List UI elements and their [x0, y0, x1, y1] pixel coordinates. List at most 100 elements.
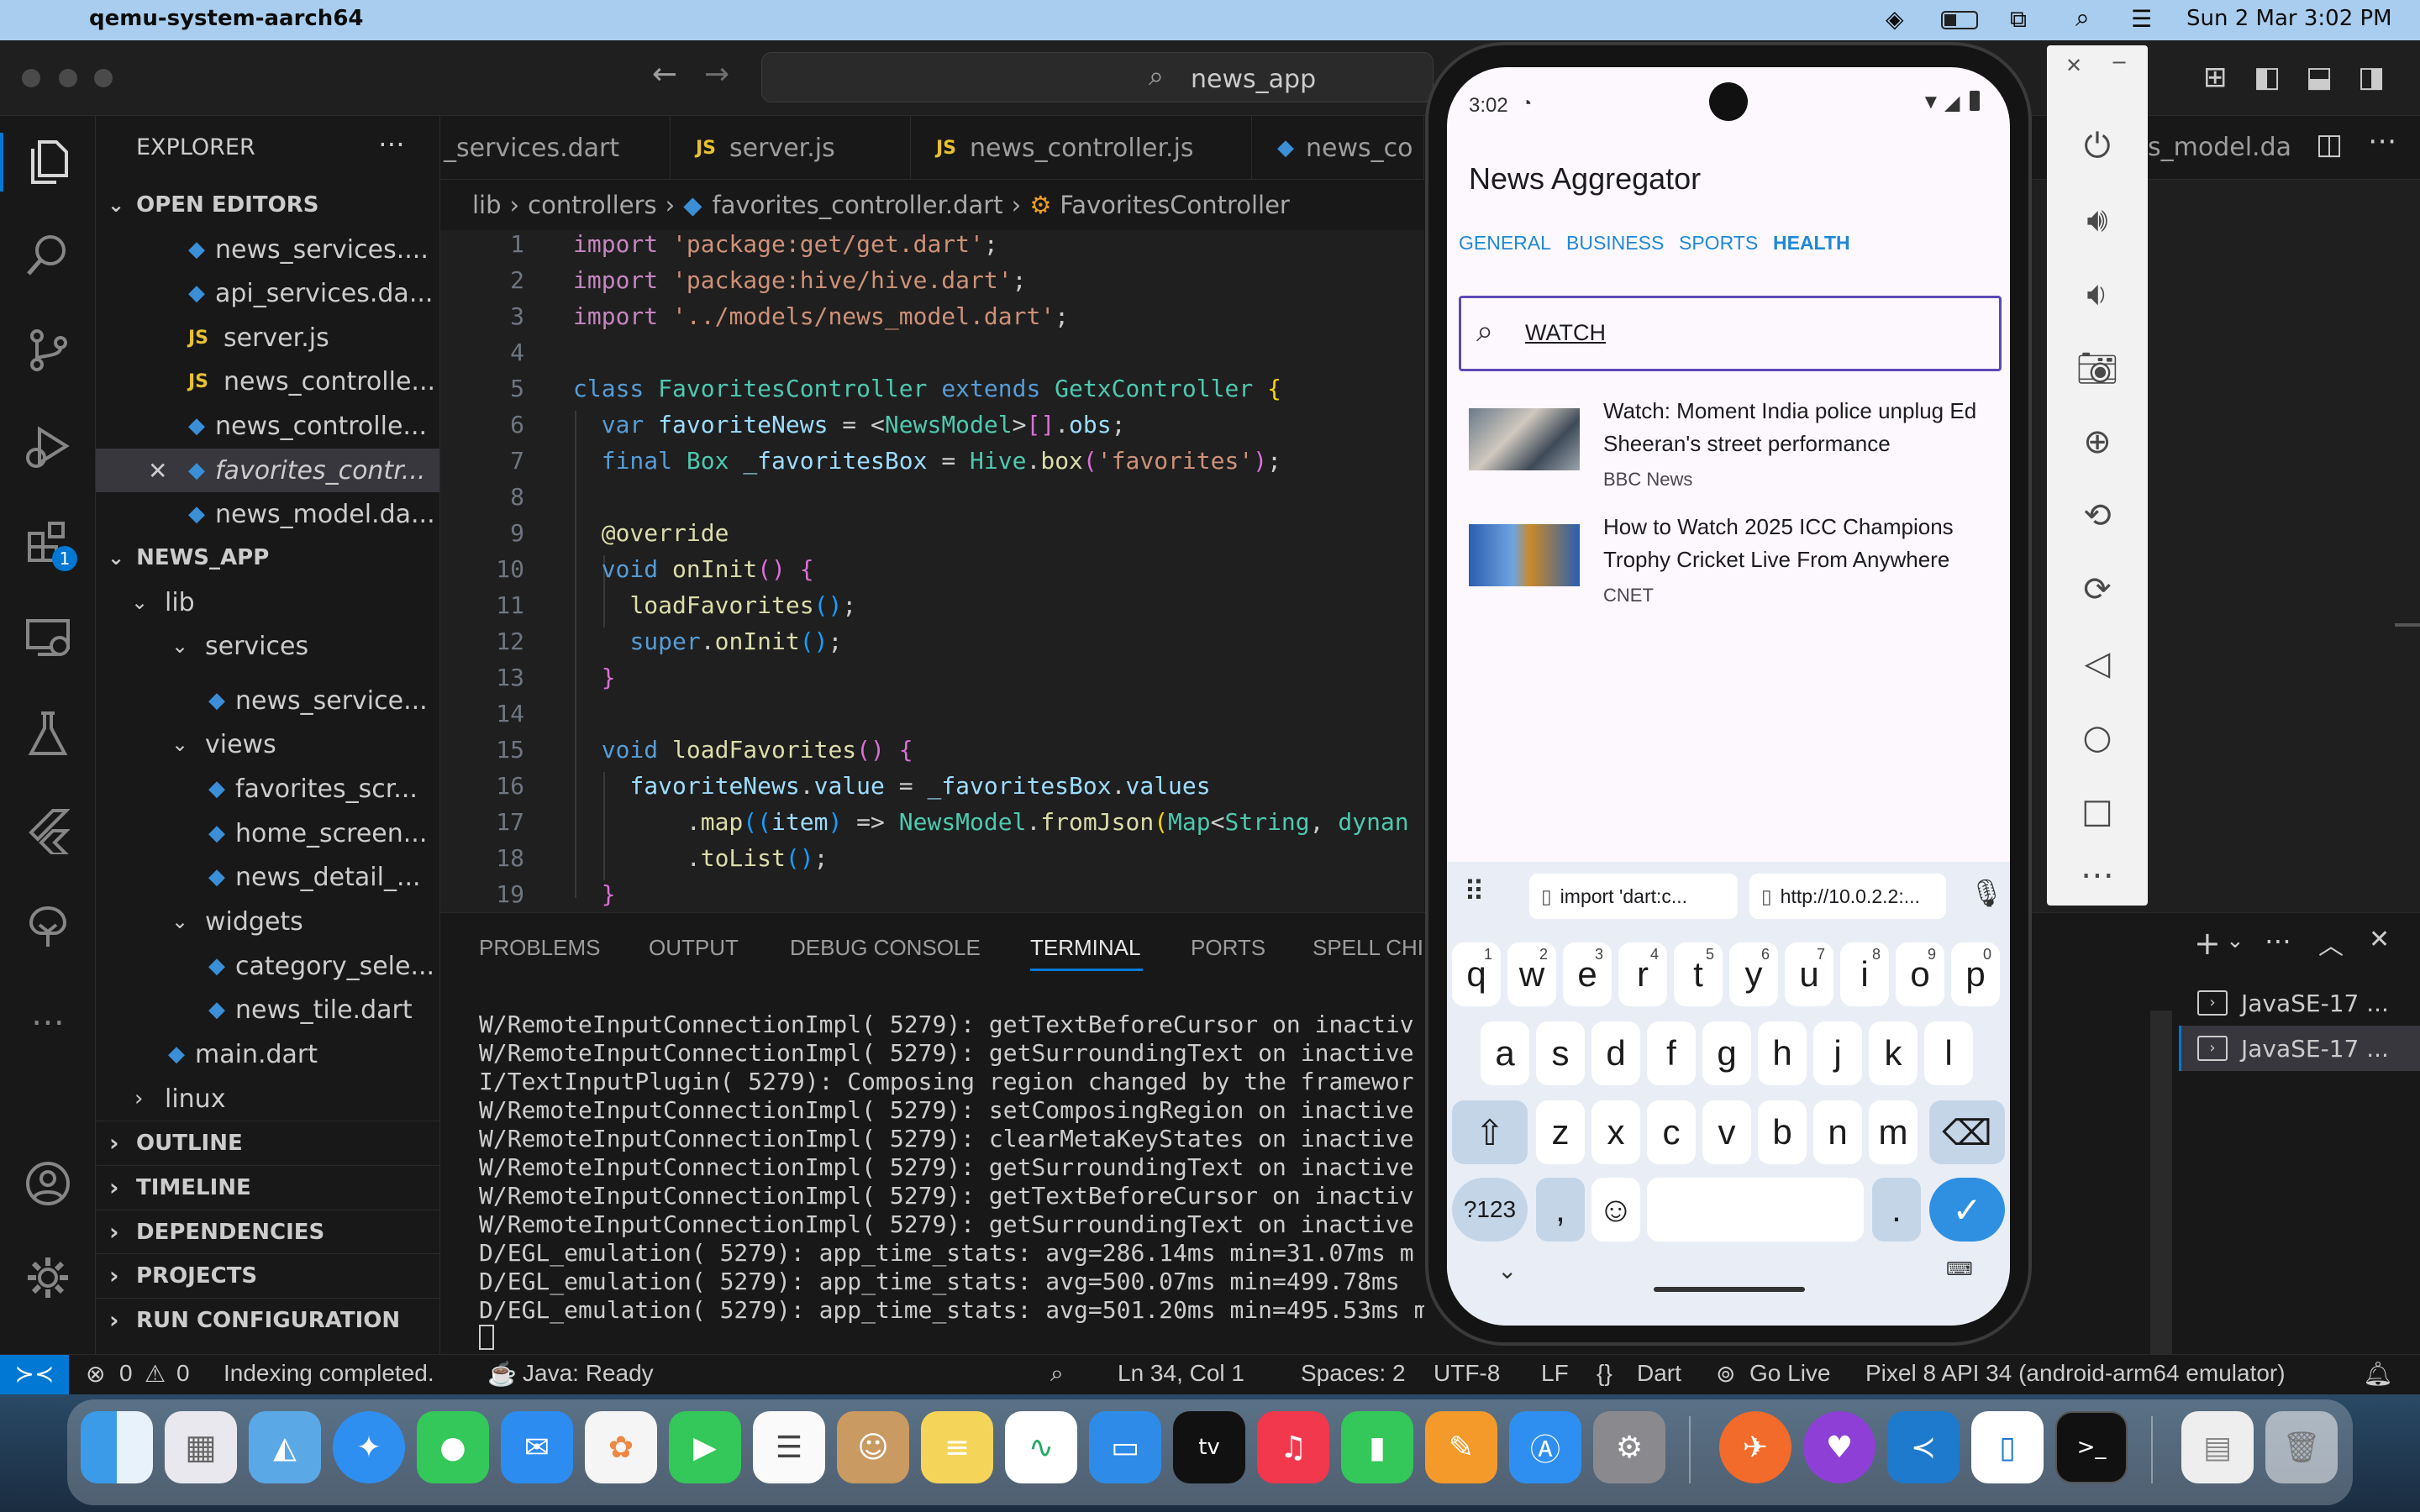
projects-section[interactable]: › PROJECTS: [96, 1253, 439, 1297]
dependencies-section[interactable]: › DEPENDENCIES: [96, 1210, 439, 1253]
category-tab-sports[interactable]: SPORTS: [1679, 232, 1758, 255]
freeform-icon[interactable]: ∿: [1005, 1411, 1077, 1483]
breadcrumb-item[interactable]: FavoritesController: [1060, 191, 1290, 219]
warnings-icon[interactable]: ⚠: [145, 1360, 166, 1388]
photos-icon[interactable]: ✿: [585, 1411, 657, 1483]
file-main[interactable]: ◆ main.dart: [96, 1032, 439, 1076]
space-key[interactable]: [1647, 1178, 1864, 1242]
explorer-icon[interactable]: [24, 138, 72, 186]
accounts-icon[interactable]: [24, 1159, 72, 1208]
file-home-screen[interactable]: ◆ home_screen...: [96, 811, 439, 855]
key-g[interactable]: g: [1702, 1021, 1751, 1085]
key-j[interactable]: j: [1813, 1021, 1862, 1085]
maps-icon[interactable]: ◭: [249, 1411, 321, 1483]
explorer-more-icon[interactable]: ⋯: [378, 128, 405, 160]
toggle-secondary-sidebar-icon[interactable]: ◨: [2358, 60, 2385, 94]
symbols-key[interactable]: ?123: [1452, 1178, 1528, 1242]
key-w[interactable]: w2: [1507, 942, 1556, 1006]
tab-server-js[interactable]: JS server.js: [671, 116, 911, 179]
contacts-icon[interactable]: ☺: [837, 1411, 909, 1483]
breadcrumb-item[interactable]: controllers: [528, 191, 656, 219]
toggle-panel-icon[interactable]: ⬓: [2306, 60, 2333, 94]
breadcrumb-item[interactable]: lib: [472, 191, 502, 219]
extensions-icon[interactable]: 1: [24, 517, 77, 571]
zoom-window-button[interactable]: [94, 69, 113, 87]
finder-icon[interactable]: [81, 1411, 153, 1483]
open-editor-item[interactable]: ◆ api_services.da...: [96, 271, 439, 315]
period-key[interactable]: .: [1872, 1178, 1921, 1242]
errors-icon[interactable]: ⊗: [86, 1360, 105, 1388]
remote-indicator[interactable]: ≻≺: [0, 1355, 69, 1395]
news-list-item[interactable]: Watch: Moment India police unplug Ed She…: [1447, 393, 2010, 502]
key-k[interactable]: k: [1869, 1021, 1918, 1085]
close-icon[interactable]: ✕: [148, 457, 188, 485]
open-editor-item[interactable]: ◆ news_controlle...: [96, 404, 439, 448]
more-icon[interactable]: ⋯: [2074, 852, 2121, 899]
tab-news-controller-js[interactable]: JS news_controller.js: [911, 116, 1252, 179]
notes-icon[interactable]: ≡: [921, 1411, 993, 1483]
trash-icon[interactable]: 🗑︎: [2265, 1411, 2338, 1483]
rotate-right-icon[interactable]: ⟳: [2074, 566, 2121, 613]
key-r[interactable]: r4: [1618, 942, 1667, 1006]
tab-spell-checker[interactable]: SPELL CHI: [1313, 935, 1423, 961]
open-editors-section[interactable]: ⌄ OPEN EDITORS: [96, 183, 439, 227]
terminal-list-item[interactable]: › JavaSE-17 ...: [2179, 980, 2420, 1026]
file-news-detail[interactable]: ◆ news_detail_...: [96, 855, 439, 899]
volume-up-icon[interactable]: 🔊︎: [2074, 197, 2121, 244]
facetime-icon[interactable]: ▶: [669, 1411, 741, 1483]
open-editor-item[interactable]: ◆ news_model.da...: [96, 492, 439, 536]
key-v[interactable]: v: [1702, 1100, 1751, 1164]
hide-keyboard-icon[interactable]: ⌄: [1497, 1257, 1517, 1284]
open-editor-item[interactable]: JS server.js: [96, 316, 439, 360]
apple-tv-icon[interactable]: tv: [1173, 1411, 1245, 1483]
toggle-primary-sidebar-icon[interactable]: ◧: [2254, 60, 2281, 94]
launchpad-icon[interactable]: ▦: [165, 1411, 237, 1483]
java-status[interactable]: Java: Ready: [523, 1360, 654, 1387]
key-d[interactable]: d: [1591, 1021, 1640, 1085]
key-s[interactable]: s: [1536, 1021, 1585, 1085]
gesture-navigation-bar[interactable]: [1654, 1287, 1805, 1292]
dropbox-icon[interactable]: ◈: [1886, 5, 1904, 33]
tab-ports[interactable]: PORTS: [1191, 935, 1265, 961]
remote-explorer-icon[interactable]: [24, 613, 72, 662]
key-c[interactable]: c: [1647, 1100, 1696, 1164]
open-editor-item-active[interactable]: ✕ ◆ favorites_contr...: [96, 449, 439, 492]
key-q[interactable]: q1: [1452, 942, 1501, 1006]
key-i[interactable]: i8: [1840, 942, 1889, 1006]
messages-icon[interactable]: ●: [417, 1411, 489, 1483]
file-news-tile[interactable]: ◆ news_tile.dart: [96, 988, 439, 1032]
tab-services-dart[interactable]: _services.dart: [440, 116, 671, 179]
screen-mirroring-icon[interactable]: ⧉: [2010, 5, 2027, 34]
app-menu-name[interactable]: qemu-system-aarch64: [89, 6, 364, 31]
indentation[interactable]: Spaces: 2: [1301, 1360, 1406, 1387]
terminal-scrollbar[interactable]: [2150, 1011, 2172, 1355]
android-studio-icon[interactable]: ▯: [1971, 1411, 2044, 1483]
zoom-icon[interactable]: ⌕: [1050, 1360, 1064, 1388]
folder-linux[interactable]: › linux: [96, 1077, 439, 1121]
downloads-stack-icon[interactable]: ▤: [2181, 1411, 2254, 1483]
keyboard-switcher-icon[interactable]: ⌨: [1946, 1258, 1973, 1280]
device-selector[interactable]: Pixel 8 API 34 (android-arm64 emulator): [1865, 1360, 2286, 1387]
key-e[interactable]: e3: [1563, 942, 1612, 1006]
folder-services[interactable]: ⌄ services: [96, 624, 439, 668]
file-favorites-screen[interactable]: ◆ favorites_scr...: [96, 767, 439, 811]
key-p[interactable]: p0: [1951, 942, 2000, 1006]
keyboard-apps-icon[interactable]: ⠿: [1464, 875, 1485, 909]
key-y[interactable]: y6: [1729, 942, 1778, 1006]
source-control-icon[interactable]: [24, 326, 72, 375]
clipboard-suggestion[interactable]: ▯ http://10.0.2.2:...: [1749, 874, 1946, 919]
key-t[interactable]: t5: [1674, 942, 1723, 1006]
folder-widgets[interactable]: ⌄ widgets: [96, 900, 439, 943]
go-live[interactable]: Go Live: [1749, 1360, 1831, 1387]
numbers-icon[interactable]: ▮: [1341, 1411, 1413, 1483]
chevron-down-icon[interactable]: ⌄: [2226, 928, 2244, 953]
cursor-position[interactable]: Ln 34, Col 1: [1118, 1360, 1244, 1387]
backspace-key[interactable]: ⌫: [1929, 1100, 2005, 1164]
folder-views[interactable]: ⌄ views: [96, 722, 439, 766]
camera-icon[interactable]: 📷︎: [2074, 344, 2121, 391]
system-settings-icon[interactable]: ⚙: [1593, 1411, 1665, 1483]
breadcrumb-item[interactable]: favorites_controller.dart: [713, 191, 1003, 219]
rotate-left-icon[interactable]: ⟲: [2074, 492, 2121, 539]
tab-news-co[interactable]: ◆ news_co: [1252, 116, 1424, 179]
search-field[interactable]: ⌕ WATCH: [1459, 296, 2002, 371]
